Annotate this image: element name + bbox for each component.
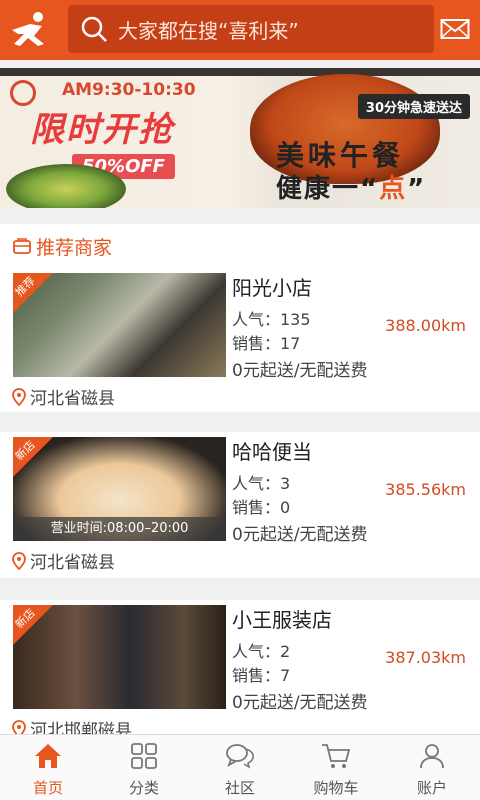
shop-location-text: 河北省磁县: [30, 389, 115, 409]
nav-label: 首页: [32, 779, 63, 797]
nav-label: 社区: [224, 779, 255, 797]
shop-distance: 385.56km: [385, 480, 466, 499]
home-icon: [33, 741, 63, 771]
banner-slogan-prefix: 健康一“: [276, 174, 380, 204]
shop-popularity: 人气：3: [232, 474, 291, 493]
promo-banner[interactable]: AM9:30-10:30 限时开抢 50%OFF 30分钟急速送达 美味午餐 健…: [0, 68, 480, 208]
shop-hours: 营业时间:08:00–20:00: [13, 517, 226, 541]
nav-item-account[interactable]: 账户: [384, 735, 480, 800]
app-logo-icon[interactable]: [0, 0, 60, 60]
shop-distance: 387.03km: [385, 648, 466, 667]
shop-image[interactable]: 推荐: [13, 273, 226, 377]
message-icon[interactable]: [438, 14, 472, 44]
shop-popularity: 人气：2: [232, 642, 291, 661]
search-placeholder: 大家都在搜“喜利来”: [118, 18, 299, 43]
shop-name[interactable]: 阳光小店: [232, 272, 312, 301]
banner-slogan-suffix: ”: [407, 174, 427, 204]
nav-item-community[interactable]: 社区: [192, 735, 288, 800]
location-pin-icon: [12, 387, 26, 406]
shop-icon: [12, 236, 32, 256]
shop-delivery-info: 0元起送/无配送费: [232, 361, 368, 381]
location-pin-icon: [12, 551, 26, 570]
shop-card[interactable]: 新店 营业时间:08:00–20:00 哈哈便当 人气：3 销售：0 0元起送/…: [0, 432, 480, 578]
cart-icon: [321, 741, 351, 771]
shop-delivery-info: 0元起送/无配送费: [232, 525, 368, 545]
recommended-section-header: 推荐商家: [0, 224, 480, 268]
avocado-image: [6, 164, 126, 208]
shop-delivery-info: 0元起送/无配送费: [232, 693, 368, 713]
bottom-nav: 首页 分类 社区 购物车 账户: [0, 734, 480, 800]
search-icon: [78, 13, 110, 45]
shop-sales: 销售：17: [232, 334, 301, 353]
shop-distance: 388.00km: [385, 316, 466, 335]
banner-time: AM9:30-10:30: [62, 80, 196, 100]
banner-headline: 限时开抢: [30, 110, 174, 150]
shop-sales: 销售：7: [232, 666, 291, 685]
shop-location: 河北邯郸磁县: [12, 716, 132, 734]
nav-label: 购物车: [313, 779, 359, 797]
user-icon: [417, 741, 447, 771]
shop-card[interactable]: 新店 小王服装店 人气：2 销售：7 0元起送/无配送费 387.03km 河北…: [0, 600, 480, 734]
nav-label: 账户: [416, 779, 447, 797]
banner-top-strip: [0, 68, 480, 76]
app-header: 大家都在搜“喜利来”: [0, 0, 480, 60]
section-title: 推荐商家: [36, 236, 113, 259]
search-bar[interactable]: 大家都在搜“喜利来”: [68, 5, 434, 53]
shop-name[interactable]: 小王服装店: [232, 604, 332, 633]
nav-label: 分类: [128, 779, 159, 797]
shop-image[interactable]: 新店: [13, 605, 226, 709]
nav-item-home[interactable]: 首页: [0, 735, 96, 800]
grid-icon: [129, 741, 159, 771]
shop-popularity: 人气：135: [232, 310, 311, 329]
shop-card[interactable]: 推荐 阳光小店 人气：135 销售：17 0元起送/无配送费 388.00km …: [0, 268, 480, 412]
shop-name[interactable]: 哈哈便当: [232, 436, 312, 465]
shop-sales: 销售：0: [232, 498, 291, 517]
shop-location-text: 河北省磁县: [30, 553, 115, 573]
banner-slogan-accent: 点: [379, 174, 408, 204]
shop-location: 河北省磁县: [12, 548, 115, 573]
banner-slogan-line2: 健康一“点”: [276, 168, 426, 205]
shop-image[interactable]: 新店 营业时间:08:00–20:00: [13, 437, 226, 541]
location-pin-icon: [12, 719, 26, 734]
nav-item-cart[interactable]: 购物车: [288, 735, 384, 800]
chat-icon: [225, 741, 255, 771]
nav-item-category[interactable]: 分类: [96, 735, 192, 800]
banner-delivery-badge: 30分钟急速送达: [357, 94, 470, 119]
shop-location: 河北省磁县: [12, 384, 115, 409]
shop-location-text: 河北邯郸磁县: [30, 721, 132, 734]
